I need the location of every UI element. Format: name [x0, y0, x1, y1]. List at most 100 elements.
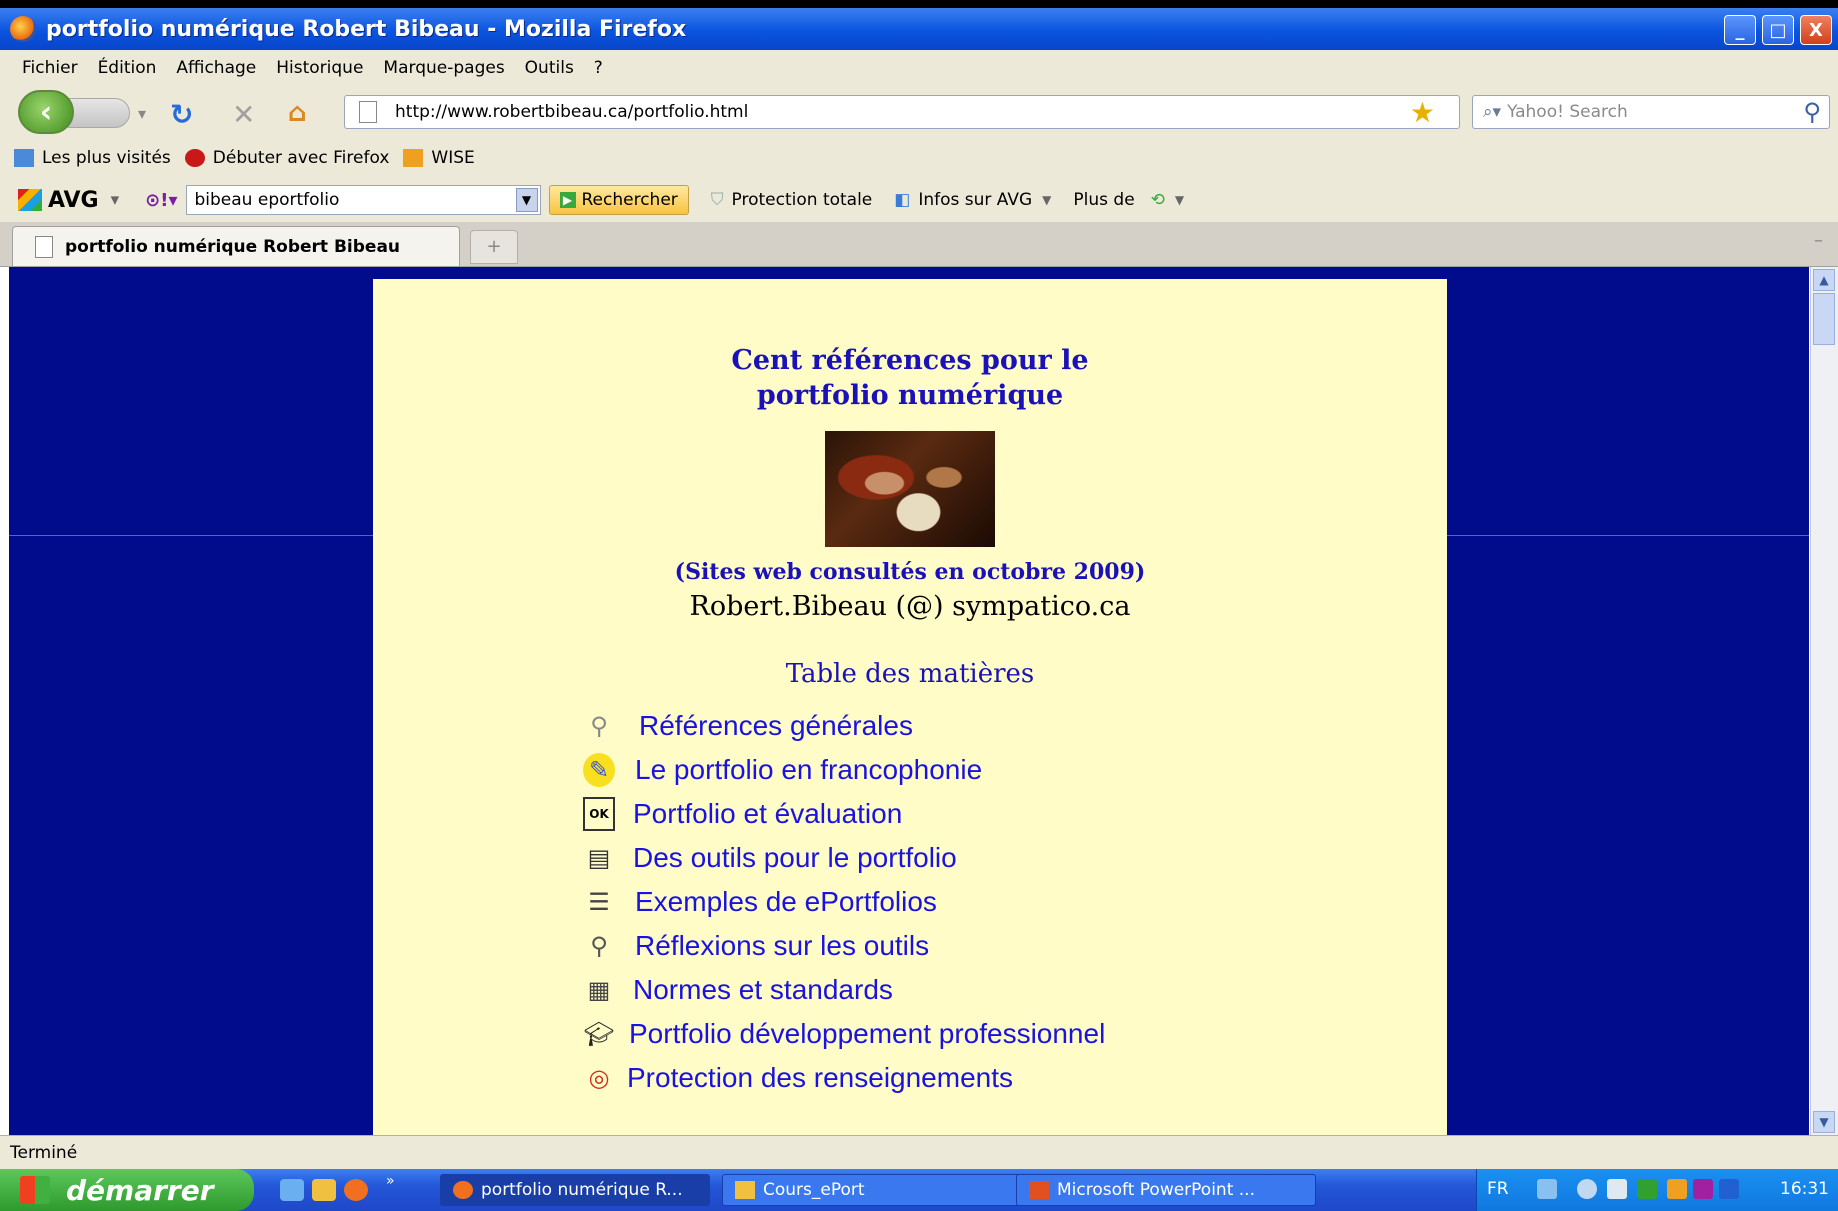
toc-item-protection[interactable]: ◎ Protection des renseignements [583, 1061, 1013, 1095]
file-cabinet-icon: ☰ [588, 888, 610, 916]
windows-flag-icon [20, 1176, 50, 1204]
task-label: Microsoft PowerPoint ... [1057, 1180, 1255, 1200]
firefox-icon [453, 1181, 473, 1199]
language-indicator[interactable]: FR [1487, 1179, 1509, 1199]
toc-item-label[interactable]: Le portfolio en francophonie [635, 754, 982, 786]
avg-infos[interactable]: ◧ Infos sur AVG ▼ [894, 190, 1051, 210]
toc-item-label[interactable]: Des outils pour le portfolio [633, 842, 957, 874]
chevron-down-icon: ▼ [1174, 193, 1185, 207]
search-go-icon[interactable]: ⚲ [1803, 98, 1821, 126]
stop-icon[interactable]: ✕ [232, 98, 255, 131]
avg-search-query[interactable]: bibeau eportfolio [195, 190, 340, 210]
tab-list-icon[interactable]: – [1814, 230, 1834, 264]
menu-bar: Fichier Édition Affichage Historique Mar… [0, 50, 1838, 86]
toc-item-label[interactable]: Références générales [639, 710, 913, 742]
toc-item-label[interactable]: Exemples de ePortfolios [635, 886, 937, 918]
avg-plus-de[interactable]: Plus de ⟲ ▼ [1073, 190, 1184, 210]
info-icon: ◧ [894, 190, 911, 210]
tray-avg-icon[interactable] [1637, 1179, 1657, 1199]
firefox-icon [10, 16, 36, 42]
new-tab-button[interactable]: + [470, 230, 518, 264]
menu-aide[interactable]: ? [594, 58, 603, 78]
url-bar[interactable]: http://www.robertbibeau.ca/portfolio.htm… [344, 95, 1460, 129]
tab-portfolio[interactable]: portfolio numérique Robert Bibeau [12, 226, 460, 266]
task-cours-eport[interactable]: Cours_ePort [722, 1174, 1022, 1206]
toolbox-icon: ▤ [587, 844, 611, 872]
tray-monitor-icon[interactable] [1719, 1179, 1739, 1199]
quicklaunch-ie-icon[interactable] [280, 1179, 304, 1201]
avg-logo[interactable]: AVG [18, 188, 99, 213]
menu-fichier[interactable]: Fichier [22, 58, 78, 78]
quicklaunch-firefox-icon[interactable] [344, 1179, 368, 1201]
toc-item-label[interactable]: Portfolio développement professionnel [629, 1018, 1105, 1050]
toc-item-label[interactable]: Portfolio et évaluation [633, 798, 902, 830]
toc-item-evaluation[interactable]: OK Portfolio et évaluation [583, 797, 902, 831]
chevron-down-icon[interactable]: ▼ [515, 188, 538, 212]
minimize-button[interactable]: _ [1724, 15, 1756, 45]
avg-search-input[interactable]: bibeau eportfolio ▼ [185, 185, 541, 215]
taskbar: démarrer » portfolio numérique R... Cour… [0, 1169, 1838, 1211]
scroll-up-button[interactable]: ▲ [1813, 269, 1835, 291]
toc-item-references-generales[interactable]: ⚲ Références générales [583, 709, 913, 743]
menu-affichage[interactable]: Affichage [176, 58, 256, 78]
avg-menu-icon[interactable]: ▾ [111, 190, 120, 210]
quicklaunch-more-icon[interactable]: » [386, 1173, 395, 1189]
toc-item-label[interactable]: Réflexions sur les outils [635, 930, 929, 962]
avg-extra-icon: ⟲ [1150, 190, 1165, 210]
bookmark-wise[interactable]: WISE [403, 148, 475, 168]
toc-item-outils[interactable]: ▤ Des outils pour le portfolio [583, 841, 957, 875]
toc-item-francophonie[interactable]: ✎ Le portfolio en francophonie [583, 753, 982, 787]
reload-icon[interactable]: ↻ [170, 98, 193, 131]
bookmark-label: WISE [431, 148, 475, 168]
maximize-button[interactable]: □ [1762, 15, 1794, 45]
powerpoint-icon [1029, 1181, 1049, 1199]
avg-item-label: Plus de [1073, 190, 1135, 210]
tab-label: portfolio numérique Robert Bibeau [65, 236, 401, 257]
window-title: portfolio numérique Robert Bibeau - Mozi… [46, 16, 687, 42]
menu-edition[interactable]: Édition [98, 58, 157, 78]
close-button[interactable]: X [1800, 15, 1832, 45]
menu-marque-pages[interactable]: Marque-pages [383, 58, 504, 78]
search-engine-icon[interactable]: ⌕▾ [1483, 102, 1501, 122]
tray-help-icon[interactable] [1537, 1179, 1557, 1199]
tray-java-icon[interactable] [1667, 1179, 1687, 1199]
toc-item-label[interactable]: Protection des renseignements [627, 1062, 1013, 1094]
scroll-thumb[interactable] [1813, 293, 1835, 345]
page-title-line2: portfolio numérique [756, 380, 1064, 411]
toc-item-label[interactable]: Normes et standards [633, 974, 893, 1006]
back-button[interactable]: ‹ [18, 90, 74, 134]
vertical-scrollbar[interactable]: ▲ ▼ [1810, 267, 1838, 1135]
forward-button[interactable] [68, 98, 130, 128]
search-box[interactable]: ⌕▾ Yahoo! Search ⚲ [1472, 95, 1830, 129]
page-icon [359, 101, 377, 123]
tray-volume-icon[interactable] [1607, 1179, 1627, 1199]
bookmark-debuter-firefox[interactable]: Débuter avec Firefox [184, 148, 389, 168]
menu-historique[interactable]: Historique [276, 58, 363, 78]
tray-network-icon[interactable] [1577, 1179, 1597, 1199]
history-dropdown-icon[interactable]: ▾ [138, 104, 146, 123]
menu-outils[interactable]: Outils [525, 58, 574, 78]
task-powerpoint[interactable]: Microsoft PowerPoint ... [1016, 1174, 1316, 1206]
chevron-down-icon: ▼ [1042, 193, 1052, 207]
toc-item-normes[interactable]: ▦ Normes et standards [583, 973, 893, 1007]
toc-item-reflexions[interactable]: ⚲ Réflexions sur les outils [583, 929, 929, 963]
avg-protection-totale[interactable]: ⛉ Protection totale [711, 190, 873, 210]
page-icon [35, 235, 53, 258]
quill-pen-icon: ✎ [583, 753, 615, 787]
task-firefox[interactable]: portfolio numérique R... [440, 1174, 710, 1206]
quicklaunch-folder-icon[interactable] [312, 1179, 336, 1201]
home-icon[interactable]: ⌂ [288, 98, 307, 128]
tray-app-icon[interactable] [1693, 1179, 1713, 1199]
start-button[interactable]: démarrer [0, 1169, 254, 1211]
url-text[interactable]: http://www.robertbibeau.ca/portfolio.htm… [395, 102, 748, 122]
graduation-cap-icon: 🎓︎ [583, 1020, 615, 1048]
toc-item-developpement[interactable]: 🎓︎ Portfolio développement professionnel [583, 1017, 1106, 1051]
toc-item-exemples[interactable]: ☰ Exemples de ePortfolios [583, 885, 937, 919]
scroll-down-button[interactable]: ▼ [1813, 1111, 1835, 1133]
bookmark-star-icon[interactable]: ★ [1410, 96, 1435, 129]
bookmark-les-plus-visites[interactable]: Les plus visités [14, 148, 171, 168]
search-placeholder: Yahoo! Search [1507, 102, 1628, 122]
rechercher-button[interactable]: ▶ Rechercher [548, 185, 689, 215]
yahoo-icon[interactable]: ⊙!▾ [145, 190, 177, 211]
page-title: Cent références pour le portfolio numéri… [373, 343, 1447, 413]
